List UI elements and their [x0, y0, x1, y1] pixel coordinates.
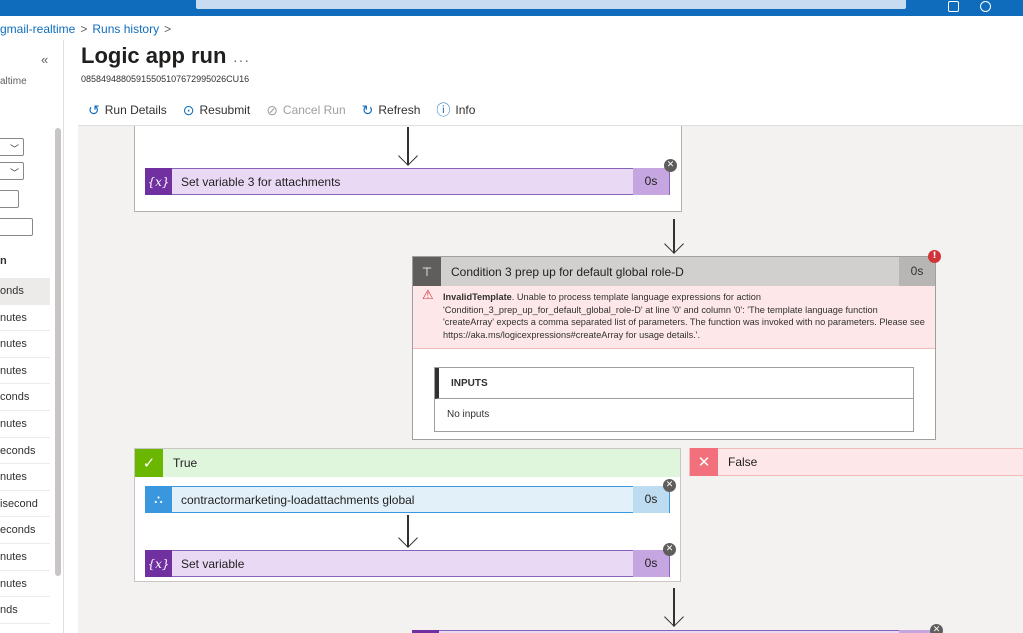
action-label: Set variable 3 for attachments: [181, 174, 341, 189]
false-branch-label: False: [728, 455, 758, 469]
flow-arrow: [664, 588, 684, 628]
breadcrumb-runs-history[interactable]: Runs history: [92, 22, 159, 36]
chevron-down-icon: ﹀: [9, 168, 19, 178]
refresh-icon: ↻: [361, 102, 374, 118]
condition-label: Condition 3 prep up for default global r…: [451, 264, 684, 279]
action-duration: 0s: [633, 550, 669, 577]
checkmark-icon: ✓: [135, 449, 163, 477]
toolbar: ↺ Run Details ⊙ Resubmit ⊘ Cancel Run ↻ …: [88, 100, 475, 120]
left-pane: « altime ﹀ ﹀ n onds nutes nutes nutes conds n…: [0, 40, 64, 633]
scrollbar[interactable]: [55, 128, 61, 576]
run-list-item[interactable]: nutes: [0, 571, 50, 598]
error-badge-icon: !: [928, 250, 941, 263]
workflow-icon: ⛬: [145, 486, 172, 513]
breadcrumb-app[interactable]: gmail-realtime: [0, 22, 75, 36]
cancel-run-button[interactable]: ⊘ Cancel Run: [266, 103, 345, 117]
scope-container: {x} Set variable 3 for attachments 0s ✕: [134, 126, 682, 212]
true-branch-container: ✓ True ⛬ contractormarketing-loadattachm…: [134, 448, 681, 582]
close-icon[interactable]: ✕: [663, 543, 676, 556]
run-id: 08584948805915505107672995026CU16: [81, 74, 250, 84]
filter-dropdown-1[interactable]: ﹀: [0, 138, 24, 156]
flow-arrow: [398, 127, 418, 167]
variable-icon: {x}: [145, 168, 172, 195]
condition-icon: ⊤: [413, 257, 441, 286]
search-input[interactable]: [196, 0, 906, 9]
list-column-header: n: [0, 255, 7, 267]
run-details-button[interactable]: ↺ Run Details: [88, 103, 167, 117]
close-icon[interactable]: ✕: [930, 624, 943, 633]
run-list-item[interactable]: nds: [0, 597, 50, 624]
chevron-down-icon: ﹀: [9, 144, 19, 154]
action-label: contractormarketing-loadattachments glob…: [181, 492, 415, 507]
resubmit-icon: ⊙: [182, 102, 195, 118]
run-list-item[interactable]: nutes: [0, 331, 50, 358]
error-message: ⚠ InvalidTemplate. Unable to process tem…: [413, 286, 935, 349]
cancel-icon: ⊘: [266, 102, 278, 118]
flow-arrow: [664, 219, 684, 255]
resubmit-label: Resubmit: [199, 103, 251, 117]
run-list-item[interactable]: nutes: [0, 358, 50, 385]
run-list-item[interactable]: nutes: [0, 305, 50, 332]
filter-input-2[interactable]: [0, 218, 33, 236]
inputs-value: No inputs: [447, 409, 490, 420]
notifications-icon[interactable]: [980, 1, 991, 12]
run-details-label: Run Details: [104, 103, 167, 117]
condition-action[interactable]: ⊤ Condition 3 prep up for default global…: [412, 256, 936, 440]
workflow-action[interactable]: ⛬ contractormarketing-loadattachments gl…: [145, 486, 670, 513]
refresh-button[interactable]: ↻ Refresh: [362, 103, 421, 117]
warning-icon: ⚠: [422, 287, 434, 302]
true-branch-header[interactable]: ✓ True: [135, 449, 680, 477]
more-options-icon[interactable]: ···: [233, 52, 250, 68]
close-icon[interactable]: ✕: [664, 159, 677, 172]
set-variable-action[interactable]: {x} Set variable 0s: [145, 550, 670, 577]
cancel-run-label: Cancel Run: [282, 103, 346, 117]
filter-input-1[interactable]: [0, 190, 19, 208]
history-icon: ↺: [88, 102, 100, 118]
flow-arrow: [398, 515, 418, 549]
run-list-item[interactable]: nutes: [0, 464, 50, 491]
variable-icon: {x}: [145, 550, 172, 577]
error-text: . Unable to process template language ex…: [443, 292, 925, 340]
resubmit-button[interactable]: ⊙ Resubmit: [183, 103, 250, 117]
false-branch-header[interactable]: ✕ False: [689, 448, 1023, 476]
breadcrumb: gmail-realtime > Runs history >: [0, 20, 176, 38]
true-branch-label: True: [173, 456, 198, 470]
designer-canvas[interactable]: {x} Set variable 3 for attachments 0s ✕ …: [78, 125, 1023, 633]
run-list-item[interactable]: econds: [0, 517, 50, 544]
run-list-item[interactable]: nutes: [0, 544, 50, 571]
close-icon[interactable]: ✕: [663, 479, 676, 492]
portal-icon[interactable]: [948, 1, 959, 12]
inputs-header: INPUTS: [435, 368, 913, 399]
action-label: Set variable: [181, 556, 245, 571]
set-variable-3-action[interactable]: {x} Set variable 3 for attachments 0s: [145, 168, 670, 195]
refresh-label: Refresh: [378, 103, 421, 117]
run-list-item[interactable]: nutes: [0, 411, 50, 438]
collapse-icon[interactable]: «: [41, 52, 48, 67]
run-list-item[interactable]: onds: [0, 278, 50, 305]
page-title: Logic app run: [81, 43, 227, 68]
filter-dropdown-2[interactable]: ﹀: [0, 162, 24, 180]
dismiss-icon: ✕: [690, 448, 718, 476]
run-list-item[interactable]: econds: [0, 438, 50, 465]
left-pane-subtitle: altime: [0, 76, 27, 87]
breadcrumb-separator: >: [164, 22, 172, 36]
action-duration: 0s: [633, 168, 669, 195]
info-button[interactable]: ⓘ Info: [436, 103, 475, 117]
top-bar: [0, 0, 1023, 16]
breadcrumb-separator: >: [80, 22, 88, 36]
run-list-item[interactable]: isecond: [0, 491, 50, 518]
info-icon: ⓘ: [436, 102, 451, 118]
runs-list: onds nutes nutes nutes conds nutes econds nutes…: [0, 278, 50, 624]
error-title: InvalidTemplate: [443, 292, 512, 302]
action-duration: 0s: [633, 486, 669, 513]
condition-header[interactable]: ⊤ Condition 3 prep up for default global…: [413, 257, 935, 286]
inputs-panel[interactable]: INPUTS No inputs: [434, 367, 914, 432]
info-label: Info: [455, 103, 476, 117]
run-list-item[interactable]: conds: [0, 384, 50, 411]
